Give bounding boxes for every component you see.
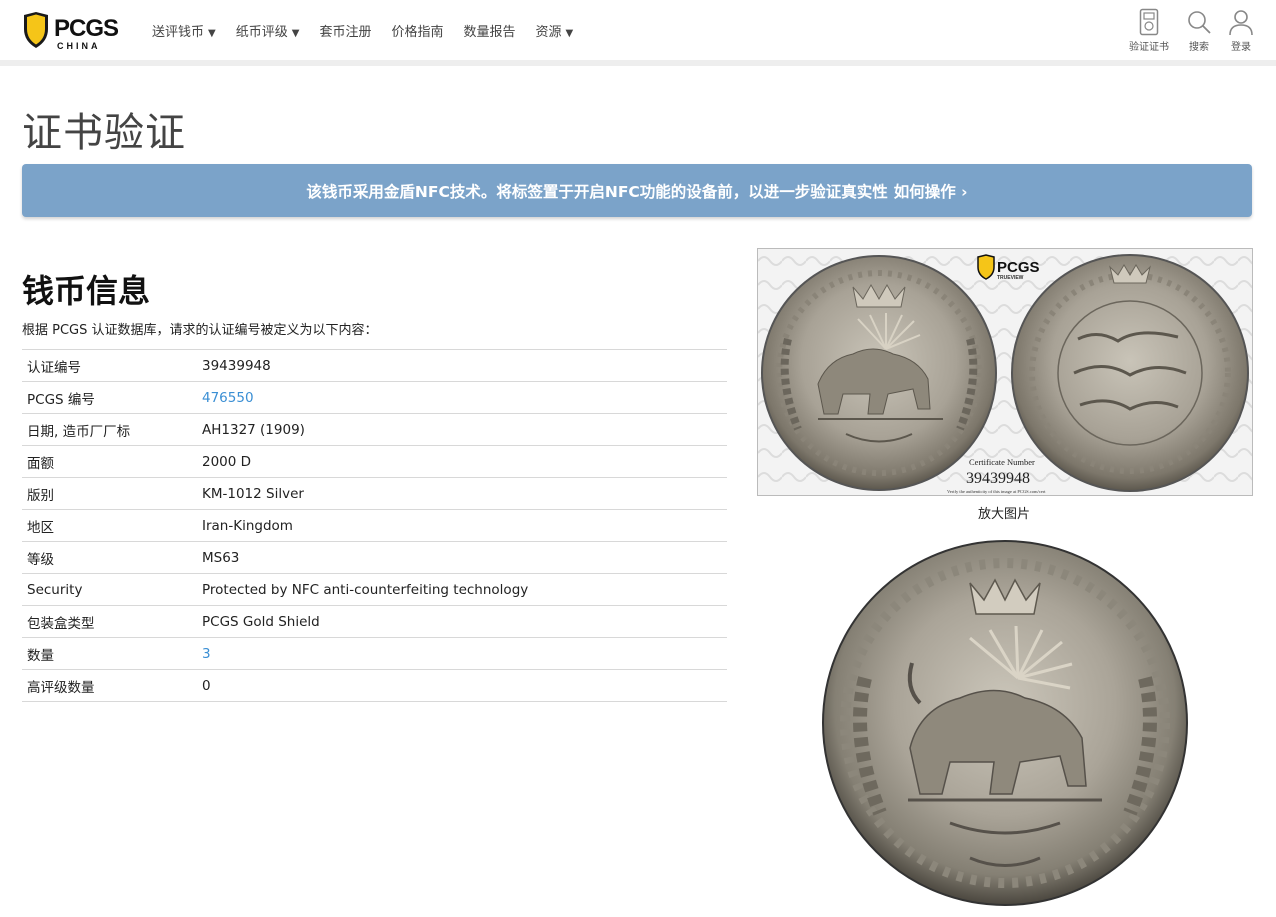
row-label: 版别: [27, 487, 54, 504]
coin-obverse-image: [761, 255, 997, 491]
row-value: 39439948: [202, 357, 271, 374]
site-header: PCGS CHINA 送评钱币 ▼ 纸币评级 ▼ 套币注册 价格指南 数量报告 资源…: [0, 0, 1276, 66]
population-link[interactable]: 3: [202, 646, 211, 662]
nav-set-registry[interactable]: 套币注册: [319, 21, 371, 40]
nfc-banner[interactable]: 该钱币采用金盾NFC技术。将标签置于开启NFC功能的设备前，以进一步验证真实性 …: [22, 164, 1252, 217]
row-value: Protected by NFC anti-counterfeiting tec…: [202, 581, 529, 598]
nav-banknote-grading[interactable]: 纸币评级 ▼: [236, 21, 300, 40]
certificate-icon: [1139, 8, 1159, 36]
row-label: 等级: [27, 551, 54, 568]
table-row: Security Protected by NFC anti-counterfei…: [22, 573, 727, 606]
svg-text:Verify the authenticity of thi: Verify the authenticity of this image at…: [947, 489, 1046, 494]
page-title: 证书验证: [22, 110, 186, 156]
login-label: 登录: [1231, 42, 1251, 53]
nav-population-report[interactable]: 数量报告: [463, 21, 515, 40]
row-label: 认证编号: [27, 359, 81, 376]
svg-text:TRUEVIEW: TRUEVIEW: [997, 275, 1024, 281]
row-value: KM-1012 Silver: [202, 485, 304, 502]
table-row: 日期, 造币厂厂标 AH1327 (1909): [22, 413, 727, 446]
caret-down-icon: ▼: [291, 27, 300, 39]
table-row: 地区 Iran-Kingdom: [22, 509, 727, 542]
table-row: 高评级数量 0: [22, 669, 727, 702]
coin-reverse-image: [1011, 254, 1249, 492]
table-row: 包装盒类型 PCGS Gold Shield: [22, 605, 727, 638]
row-label: 数量: [27, 647, 54, 664]
table-row: 等级 MS63: [22, 541, 727, 574]
nfc-how-to-link[interactable]: 如何操作 ›: [894, 180, 968, 202]
row-value: MS63: [202, 549, 240, 566]
coin-large-image: [820, 538, 1190, 908]
table-row: PCGS 编号 476550: [22, 381, 727, 414]
pcgs-number-link[interactable]: 476550: [202, 390, 254, 406]
row-label: 地区: [27, 519, 54, 536]
trueview-image[interactable]: PCGS TRUEVIEW Certificate Number 3943994…: [757, 248, 1253, 496]
nav-resources[interactable]: 资源 ▼: [535, 21, 573, 40]
row-value: 0: [202, 677, 211, 694]
table-row: 数量 3: [22, 637, 727, 670]
search-label: 搜索: [1189, 42, 1209, 53]
pcgs-china-logo[interactable]: PCGS CHINA: [22, 11, 120, 51]
row-label: 面额: [27, 455, 54, 472]
row-value: 2000 D: [202, 453, 252, 470]
coin-info-title: 钱币信息: [22, 272, 151, 310]
user-icon: [1229, 10, 1253, 36]
zoom-image-link[interactable]: 放大图片: [757, 503, 1251, 522]
svg-text:PCGS: PCGS: [54, 15, 119, 42]
svg-text:Certificate Number: Certificate Number: [969, 457, 1035, 467]
nav-price-guide[interactable]: 价格指南: [391, 21, 443, 40]
nfc-banner-text: 该钱币采用金盾NFC技术。将标签置于开启NFC功能的设备前，以进一步验证真实性: [306, 182, 888, 201]
row-value: PCGS Gold Shield: [202, 613, 320, 630]
verify-cert-label: 验证证书: [1129, 42, 1169, 53]
row-label: PCGS 编号: [27, 391, 95, 408]
table-row: 认证编号 39439948: [22, 349, 727, 382]
login-button[interactable]: 登录: [1226, 8, 1256, 53]
coin-info-table: 认证编号 39439948 PCGS 编号 476550 日期, 造币厂厂标 AH13…: [22, 349, 727, 702]
row-label: 包装盒类型: [27, 615, 95, 632]
nav-submit-coins[interactable]: 送评钱币 ▼: [152, 21, 216, 40]
svg-text:39439948: 39439948: [966, 470, 1030, 487]
row-label: 高评级数量: [27, 679, 95, 696]
search-icon: [1188, 11, 1211, 34]
row-label: Security: [27, 581, 83, 598]
main-nav: 送评钱币 ▼ 纸币评级 ▼ 套币注册 价格指南 数量报告 资源 ▼: [152, 0, 593, 60]
row-value: Iran-Kingdom: [202, 517, 293, 534]
search-button[interactable]: 搜索: [1184, 8, 1214, 53]
caret-down-icon: ▼: [565, 27, 574, 39]
caret-down-icon: ▼: [208, 27, 216, 39]
svg-text:PCGS: PCGS: [997, 259, 1040, 276]
svg-text:CHINA: CHINA: [57, 41, 101, 51]
coin-info-intro: 根据 PCGS 认证数据库，请求的认证编号被定义为以下内容：: [22, 323, 378, 338]
table-row: 版别 KM-1012 Silver: [22, 477, 727, 510]
row-value: AH1327 (1909): [202, 421, 305, 438]
row-label: 日期, 造币厂厂标: [27, 423, 131, 440]
table-row: 面额 2000 D: [22, 445, 727, 478]
verify-cert-button[interactable]: 验证证书: [1127, 8, 1171, 53]
